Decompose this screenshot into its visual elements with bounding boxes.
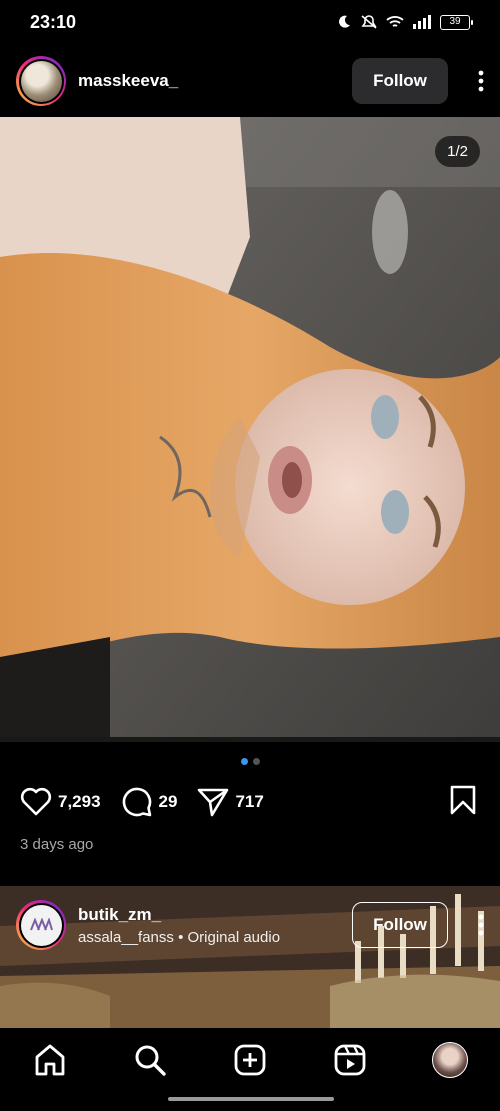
status-icons: 39: [336, 14, 473, 30]
comment-count[interactable]: 29: [159, 792, 178, 812]
send-icon[interactable]: [197, 787, 229, 817]
follow-button[interactable]: Follow: [352, 58, 448, 104]
save-button[interactable]: [450, 785, 476, 820]
battery-indicator: 39: [440, 14, 473, 30]
nav-profile[interactable]: [430, 1040, 470, 1080]
carousel-dot-active: [240, 758, 248, 765]
post-username[interactable]: masskeeva_: [78, 71, 352, 91]
reel-user-avatar[interactable]: [16, 900, 66, 950]
reel-text: butik_zm_ assala__fanss • Original audio: [78, 905, 352, 946]
post-actions: 7,293 29 717: [20, 784, 476, 820]
reel-username[interactable]: butik_zm_: [78, 905, 352, 925]
share-count[interactable]: 717: [235, 792, 263, 812]
carousel-dot: [252, 758, 260, 765]
carousel-page-counter: 1/2: [435, 136, 480, 167]
carousel-dots: [0, 758, 500, 765]
status-time: 23:10: [30, 11, 77, 32]
reel-follow-button[interactable]: Follow: [352, 902, 448, 948]
nav-home[interactable]: [30, 1040, 70, 1080]
more-vertical-icon: [478, 914, 484, 936]
share-action[interactable]: 717: [197, 787, 264, 817]
reel-more-options-button[interactable]: [454, 902, 484, 948]
reel-avatar-logo: [30, 918, 53, 931]
post-header: masskeeva_ Follow: [0, 56, 500, 106]
comment-action[interactable]: 29: [121, 786, 178, 818]
reel-preview[interactable]: butik_zm_ assala__fanss • Original audio…: [0, 886, 500, 1028]
user-avatar[interactable]: [16, 56, 66, 106]
mute-icon: [361, 15, 377, 29]
home-indicator: [168, 1097, 334, 1101]
status-bar: 23:10 39: [0, 0, 500, 44]
home-icon[interactable]: [33, 1043, 67, 1077]
reel-audio-label[interactable]: assala__fanss • Original audio: [78, 929, 352, 946]
nav-reels[interactable]: [330, 1040, 370, 1080]
comment-icon[interactable]: [121, 786, 153, 818]
signal-icon: [413, 15, 431, 29]
like-action[interactable]: 7,293: [20, 787, 101, 817]
more-options-button[interactable]: [454, 58, 484, 104]
post-timestamp: 3 days ago: [20, 836, 94, 853]
reels-icon[interactable]: [333, 1043, 367, 1077]
photo-illustration: [0, 117, 500, 742]
post-photo[interactable]: 1/2: [0, 117, 500, 742]
like-count[interactable]: 7,293: [58, 792, 101, 812]
nav-search[interactable]: [130, 1040, 170, 1080]
more-vertical-icon: [478, 70, 484, 92]
search-icon[interactable]: [133, 1043, 167, 1077]
heart-icon[interactable]: [20, 787, 52, 817]
bookmark-icon[interactable]: [450, 785, 476, 815]
moon-icon: [339, 15, 350, 28]
wifi-icon: [386, 16, 404, 27]
nav-create[interactable]: [230, 1040, 270, 1080]
reel-header: butik_zm_ assala__fanss • Original audio…: [16, 900, 484, 950]
instagram-feed: 23:10 39 masskeeva_ Follow 1/2 7,293 29 …: [0, 0, 500, 1111]
profile-avatar[interactable]: [432, 1042, 468, 1078]
create-icon[interactable]: [233, 1043, 267, 1077]
